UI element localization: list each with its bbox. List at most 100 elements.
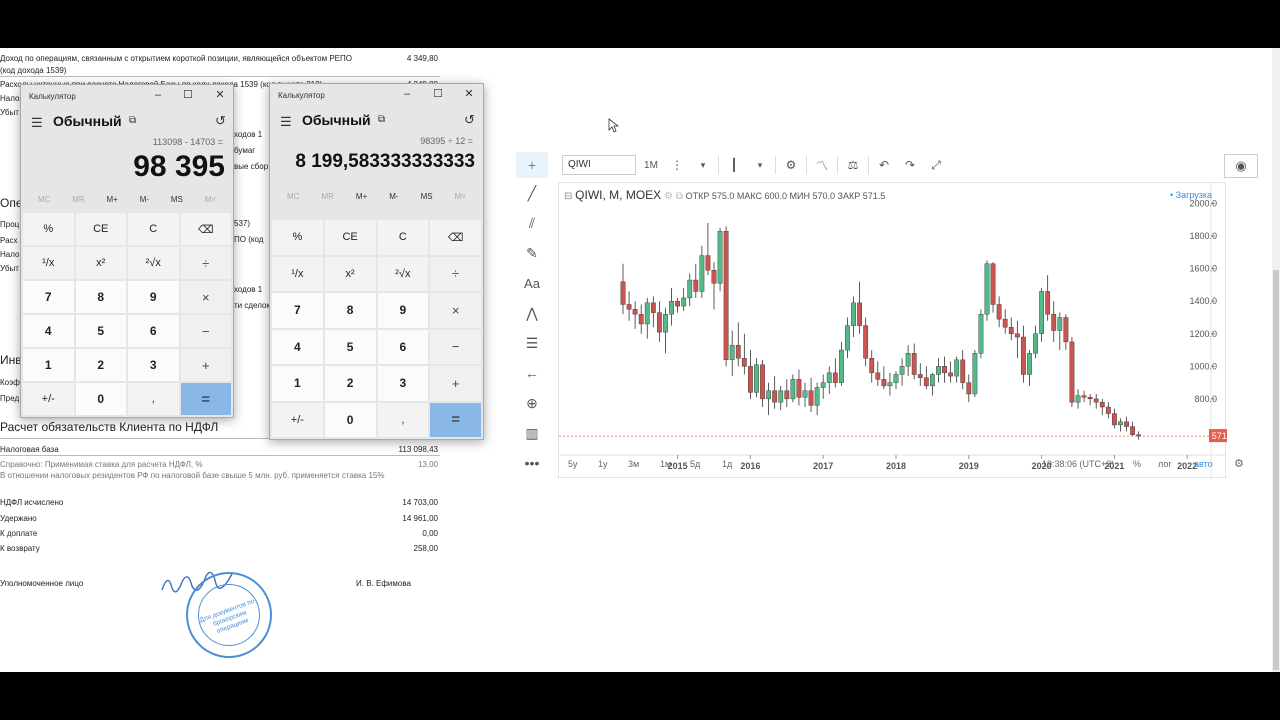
maximize-icon[interactable]: ☐ bbox=[431, 87, 445, 101]
calculator-window-1[interactable]: Калькулятор – ☐ ✕ ☰ Обычный ⧉ ↺ 113098 -… bbox=[20, 84, 234, 418]
five-button[interactable]: 5 bbox=[75, 315, 126, 347]
minus-button[interactable]: − bbox=[430, 329, 481, 364]
reciprocal-button[interactable]: ¹/x bbox=[23, 247, 74, 279]
redo-icon[interactable]: ↷ bbox=[899, 155, 921, 175]
one-button[interactable]: 1 bbox=[23, 349, 74, 381]
equals-button[interactable]: = bbox=[430, 402, 481, 437]
divide-button[interactable]: ÷ bbox=[430, 256, 481, 291]
backspace-button[interactable]: ⌫ bbox=[430, 220, 481, 255]
minus-button[interactable]: − bbox=[180, 315, 231, 347]
dropdown-icon[interactable]: ▾ bbox=[692, 155, 714, 175]
range-1d[interactable]: 1д bbox=[722, 459, 732, 469]
m-minus-button[interactable]: M- bbox=[389, 192, 398, 201]
range-1m[interactable]: 1м bbox=[660, 459, 671, 469]
range-5d[interactable]: 5д bbox=[690, 459, 700, 469]
settings-gear-icon[interactable]: ⚙ bbox=[1234, 457, 1244, 470]
percent-button[interactable]: % bbox=[23, 213, 74, 245]
negate-button[interactable]: +/- bbox=[272, 402, 323, 437]
fullscreen-icon[interactable]: ⤢ bbox=[925, 155, 947, 175]
log-toggle[interactable]: лог bbox=[1158, 459, 1172, 469]
negate-button[interactable]: +/- bbox=[23, 383, 74, 415]
auto-toggle[interactable]: авто bbox=[1194, 459, 1213, 469]
pitchfork-icon[interactable]: ⫽ bbox=[516, 208, 548, 238]
m-minus-button[interactable]: M- bbox=[140, 195, 149, 204]
clear-button[interactable]: C bbox=[128, 213, 179, 245]
eight-button[interactable]: 8 bbox=[75, 281, 126, 313]
collapse-icon[interactable]: ⊟ bbox=[564, 191, 572, 202]
maximize-icon[interactable]: ☐ bbox=[181, 88, 195, 102]
five-button[interactable]: 5 bbox=[324, 329, 376, 364]
more-icon[interactable]: ••• bbox=[516, 448, 548, 478]
hamburger-menu-icon[interactable]: ☰ bbox=[280, 114, 292, 130]
one-button[interactable]: 1 bbox=[272, 366, 323, 401]
decimal-button[interactable]: , bbox=[128, 383, 179, 415]
divide-button[interactable]: ÷ bbox=[180, 247, 231, 279]
two-button[interactable]: 2 bbox=[324, 366, 376, 401]
square-root-button[interactable]: ²√x bbox=[128, 247, 179, 279]
title-bar[interactable]: Калькулятор – ☐ ✕ bbox=[270, 84, 483, 106]
ms-button[interactable]: MS bbox=[171, 195, 183, 204]
decimal-button[interactable]: , bbox=[377, 402, 429, 437]
text-tool-icon[interactable]: Aa bbox=[516, 268, 548, 298]
interval-button[interactable]: 1М bbox=[640, 155, 662, 175]
mr-button[interactable]: MR bbox=[72, 195, 84, 204]
close-icon[interactable]: ✕ bbox=[213, 88, 227, 102]
three-button[interactable]: 3 bbox=[377, 366, 429, 401]
mc-button[interactable]: MC bbox=[287, 192, 299, 201]
undo-icon[interactable]: ↶ bbox=[873, 155, 895, 175]
measure-icon[interactable]: ▥ bbox=[516, 418, 548, 448]
interval-more-icon[interactable]: ⋮ bbox=[666, 155, 688, 175]
scrollbar-thumb[interactable] bbox=[1273, 270, 1279, 670]
mc-button[interactable]: MC bbox=[38, 195, 50, 204]
plus-button[interactable]: + bbox=[180, 349, 231, 381]
ms-button[interactable]: MS bbox=[421, 192, 433, 201]
memory-list-button[interactable]: M˅ bbox=[205, 195, 216, 204]
crosshair-icon[interactable]: + bbox=[516, 152, 548, 178]
square-root-button[interactable]: ²√x bbox=[377, 256, 429, 291]
settings-gear-icon[interactable]: ⚙ bbox=[780, 155, 802, 175]
calculator-window-2[interactable]: Калькулятор – ☐ ✕ ☰ Обычный ⧉ ↺ 98395 ÷ … bbox=[269, 83, 484, 440]
percent-toggle[interactable]: % bbox=[1133, 459, 1141, 469]
zoom-icon[interactable]: ⊕ bbox=[516, 388, 548, 418]
candlestick-chart[interactable]: 800.0 1000.0 1200.0 1400.0 1600.0 1800.0 2000.… bbox=[559, 183, 1237, 479]
four-button[interactable]: 4 bbox=[23, 315, 74, 347]
multiply-button[interactable]: × bbox=[180, 281, 231, 313]
eight-button[interactable]: 8 bbox=[324, 293, 376, 328]
range-3m[interactable]: 3м bbox=[628, 459, 639, 469]
chart-area[interactable]: 800.0 1000.0 1200.0 1400.0 1600.0 1800.0 2000.… bbox=[558, 182, 1237, 479]
chart-type-dropdown-icon[interactable]: ▾ bbox=[749, 155, 771, 175]
backspace-button[interactable]: ⌫ bbox=[180, 213, 231, 245]
chart-widget[interactable]: + ╱ ⫽ ✎ Aa ⋀ ☰ ← ⊕ ▥ ••• QIWI 1М ⋮ ▾ ┃ ▾… bbox=[516, 152, 1260, 584]
back-arrow-icon[interactable]: ← bbox=[516, 358, 548, 388]
square-button[interactable]: x² bbox=[324, 256, 376, 291]
seven-button[interactable]: 7 bbox=[23, 281, 74, 313]
keep-on-top-icon[interactable]: ⧉ bbox=[378, 114, 385, 125]
m-plus-button[interactable]: M+ bbox=[107, 195, 118, 204]
history-icon[interactable]: ↺ bbox=[464, 112, 475, 128]
legend-options-icon[interactable]: ⚙ ⧉ bbox=[664, 191, 683, 202]
camera-icon[interactable]: ◉ bbox=[1224, 154, 1258, 178]
brush-icon[interactable]: ✎ bbox=[516, 238, 548, 268]
clear-entry-button[interactable]: CE bbox=[324, 220, 376, 255]
clear-button[interactable]: C bbox=[377, 220, 429, 255]
minimize-icon[interactable]: – bbox=[151, 88, 165, 102]
keep-on-top-icon[interactable]: ⧉ bbox=[129, 115, 136, 126]
multiply-button[interactable]: × bbox=[430, 293, 481, 328]
clear-entry-button[interactable]: CE bbox=[75, 213, 126, 245]
percent-button[interactable]: % bbox=[272, 220, 323, 255]
range-5y[interactable]: 5y bbox=[568, 459, 578, 469]
reciprocal-button[interactable]: ¹/x bbox=[272, 256, 323, 291]
hamburger-menu-icon[interactable]: ☰ bbox=[31, 115, 43, 131]
scrollbar[interactable] bbox=[1272, 48, 1280, 672]
two-button[interactable]: 2 bbox=[75, 349, 126, 381]
candles-icon[interactable]: ┃ bbox=[723, 155, 745, 175]
range-1y[interactable]: 1y bbox=[598, 459, 608, 469]
close-icon[interactable]: ✕ bbox=[462, 87, 476, 101]
seven-button[interactable]: 7 bbox=[272, 293, 323, 328]
three-button[interactable]: 3 bbox=[128, 349, 179, 381]
pattern-icon[interactable]: ⋀ bbox=[516, 298, 548, 328]
nine-button[interactable]: 9 bbox=[377, 293, 429, 328]
mr-button[interactable]: MR bbox=[321, 192, 333, 201]
memory-list-button[interactable]: M˅ bbox=[455, 192, 466, 201]
square-button[interactable]: x² bbox=[75, 247, 126, 279]
